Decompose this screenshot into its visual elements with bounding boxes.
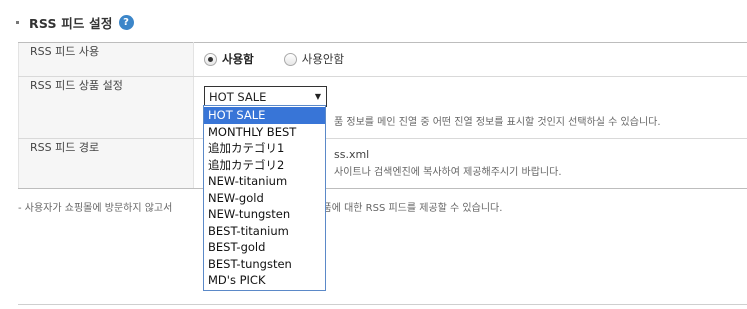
dropdown-option[interactable]: 追加カテゴリ1 xyxy=(204,140,325,157)
product-label: RSS 피드 상품 설정 xyxy=(18,76,194,139)
dropdown-option[interactable]: NEW-titanium xyxy=(204,173,325,190)
path-row: RSS 피드 경로 ss.xml 사이트나 검색엔진에 복사하여 제공해주시기 … xyxy=(18,138,747,189)
section-header: RSS 피드 설정 ? xyxy=(16,11,134,33)
radio-not-use-label[interactable]: 사용안함 xyxy=(302,51,344,67)
product-select-value: HOT SALE xyxy=(209,89,267,104)
radio-not-use[interactable]: 사용안함 xyxy=(283,51,344,67)
footnote-left: - 사용자가 쇼핑몰에 방문하지 않고서 xyxy=(18,203,173,214)
dropdown-option[interactable]: 追加カテゴリ2 xyxy=(204,157,325,174)
radio-checked-icon[interactable] xyxy=(204,52,217,66)
usage-cell: 사용함 사용안함 xyxy=(193,42,747,77)
radio-unchecked-icon[interactable] xyxy=(283,52,297,66)
dropdown-arrow-icon[interactable]: ▼ xyxy=(315,92,321,101)
rss-settings-table: RSS 피드 사용 사용함 사용안함 RSS 피드 상품 설정 HOT SALE… xyxy=(18,42,747,189)
usage-label: RSS 피드 사용 xyxy=(18,42,194,77)
dropdown-option[interactable]: BEST-titanium xyxy=(204,223,325,240)
dropdown-option[interactable]: BEST-tungsten xyxy=(204,256,325,273)
section-title: RSS 피드 설정 xyxy=(29,15,113,31)
product-row: RSS 피드 상품 설정 HOT SALE ▼ 품 정보를 메인 진열 중 어떤… xyxy=(18,76,747,139)
usage-row: RSS 피드 사용 사용함 사용안함 xyxy=(18,42,747,77)
dropdown-option[interactable]: BEST-gold xyxy=(204,239,325,256)
help-icon[interactable]: ? xyxy=(118,14,134,30)
divider xyxy=(18,304,747,305)
product-select[interactable]: HOT SALE ▼ xyxy=(204,86,327,107)
dropdown-option[interactable]: HOT SALE xyxy=(204,107,325,124)
dropdown-option[interactable]: MONTHLY BEST xyxy=(204,124,325,141)
dropdown-option[interactable]: MD's PICK xyxy=(204,272,325,289)
radio-use[interactable]: 사용함 xyxy=(204,51,254,67)
path-label: RSS 피드 경로 xyxy=(18,138,194,189)
product-dropdown-list[interactable]: HOT SALE MONTHLY BEST 追加カテゴリ1 追加カテゴリ2 NE… xyxy=(203,105,326,291)
dropdown-option[interactable]: NEW-tungsten xyxy=(204,206,325,223)
radio-use-label[interactable]: 사용함 xyxy=(222,51,254,67)
dropdown-option[interactable]: NEW-gold xyxy=(204,190,325,207)
bullet-icon xyxy=(16,21,19,24)
usage-radio-group: 사용함 사용안함 xyxy=(204,43,747,67)
